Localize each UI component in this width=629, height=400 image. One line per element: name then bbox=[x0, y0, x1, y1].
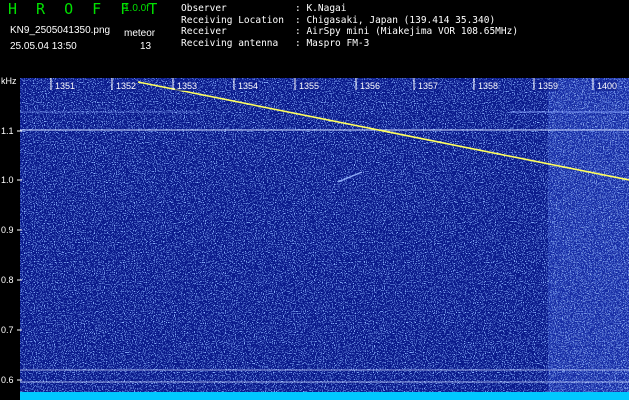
info-row-location: Receiving Location : Chigasaki, Japan (13… bbox=[181, 15, 518, 27]
header-panel: H R O F F T 1.0.0f KN9_2505041350.png me… bbox=[0, 0, 629, 78]
time-tick-label: 1358 bbox=[478, 81, 498, 91]
freq-tick-label: 0.8 bbox=[1, 275, 14, 285]
time-tick-label: 1356 bbox=[360, 81, 380, 91]
info-value: : K.Nagai bbox=[295, 3, 347, 14]
info-key: Receiver bbox=[181, 26, 227, 38]
info-row-observer: Observer : K.Nagai bbox=[181, 3, 518, 15]
bright-band bbox=[548, 78, 629, 400]
freq-tick-label: 1.0 bbox=[1, 175, 14, 185]
info-value: : AirSpy mini (Miakejima VOR 108.65MHz) bbox=[295, 26, 519, 38]
time-tick-label: 1352 bbox=[116, 81, 136, 91]
noise-layer bbox=[20, 78, 629, 400]
info-row-receiver: Receiver : AirSpy mini (Miakejima VOR 108… bbox=[181, 26, 518, 38]
level-strip bbox=[20, 392, 629, 400]
freq-tick-label: 0.7 bbox=[1, 325, 14, 335]
meteor-label: meteor bbox=[124, 28, 156, 39]
time-tick-label: 1353 bbox=[177, 81, 197, 91]
info-key: Receiving Location bbox=[181, 14, 284, 26]
spectrogram: 1351 1352 1353 1354 1355 1356 1357 1358 1359 1400… bbox=[0, 78, 629, 400]
time-tick-label: 1357 bbox=[418, 81, 438, 91]
freq-tick-label: 0.6 bbox=[1, 375, 14, 385]
version-label: 1.0.0f bbox=[124, 3, 150, 14]
freq-unit-label: kHz bbox=[1, 76, 17, 86]
info-value: : Chigasaki, Japan (139.414 35.340) bbox=[295, 14, 496, 26]
datetime-label: 25.05.04 13:50 bbox=[10, 41, 77, 52]
time-tick-label: 1400 bbox=[597, 81, 617, 91]
info-key: Observer bbox=[181, 3, 227, 14]
station-info: Observer : K.Nagai Receiving Location : Ch… bbox=[181, 3, 518, 50]
freq-tick-label: 1.1 bbox=[1, 126, 14, 136]
info-key: Receiving antenna bbox=[181, 38, 279, 50]
time-tick-label: 1351 bbox=[55, 81, 75, 91]
meteor-count: 13 bbox=[140, 41, 152, 52]
info-row-antenna: Receiving antenna : Maspro FM-3 bbox=[181, 38, 518, 50]
time-tick-label: 1355 bbox=[299, 81, 319, 91]
info-value: : Maspro FM-3 bbox=[295, 38, 370, 50]
filename-label: KN9_2505041350.png bbox=[10, 25, 111, 36]
freq-tick-label: 0.9 bbox=[1, 225, 14, 235]
time-tick-label: 1354 bbox=[238, 81, 258, 91]
time-tick-label: 1359 bbox=[538, 81, 558, 91]
